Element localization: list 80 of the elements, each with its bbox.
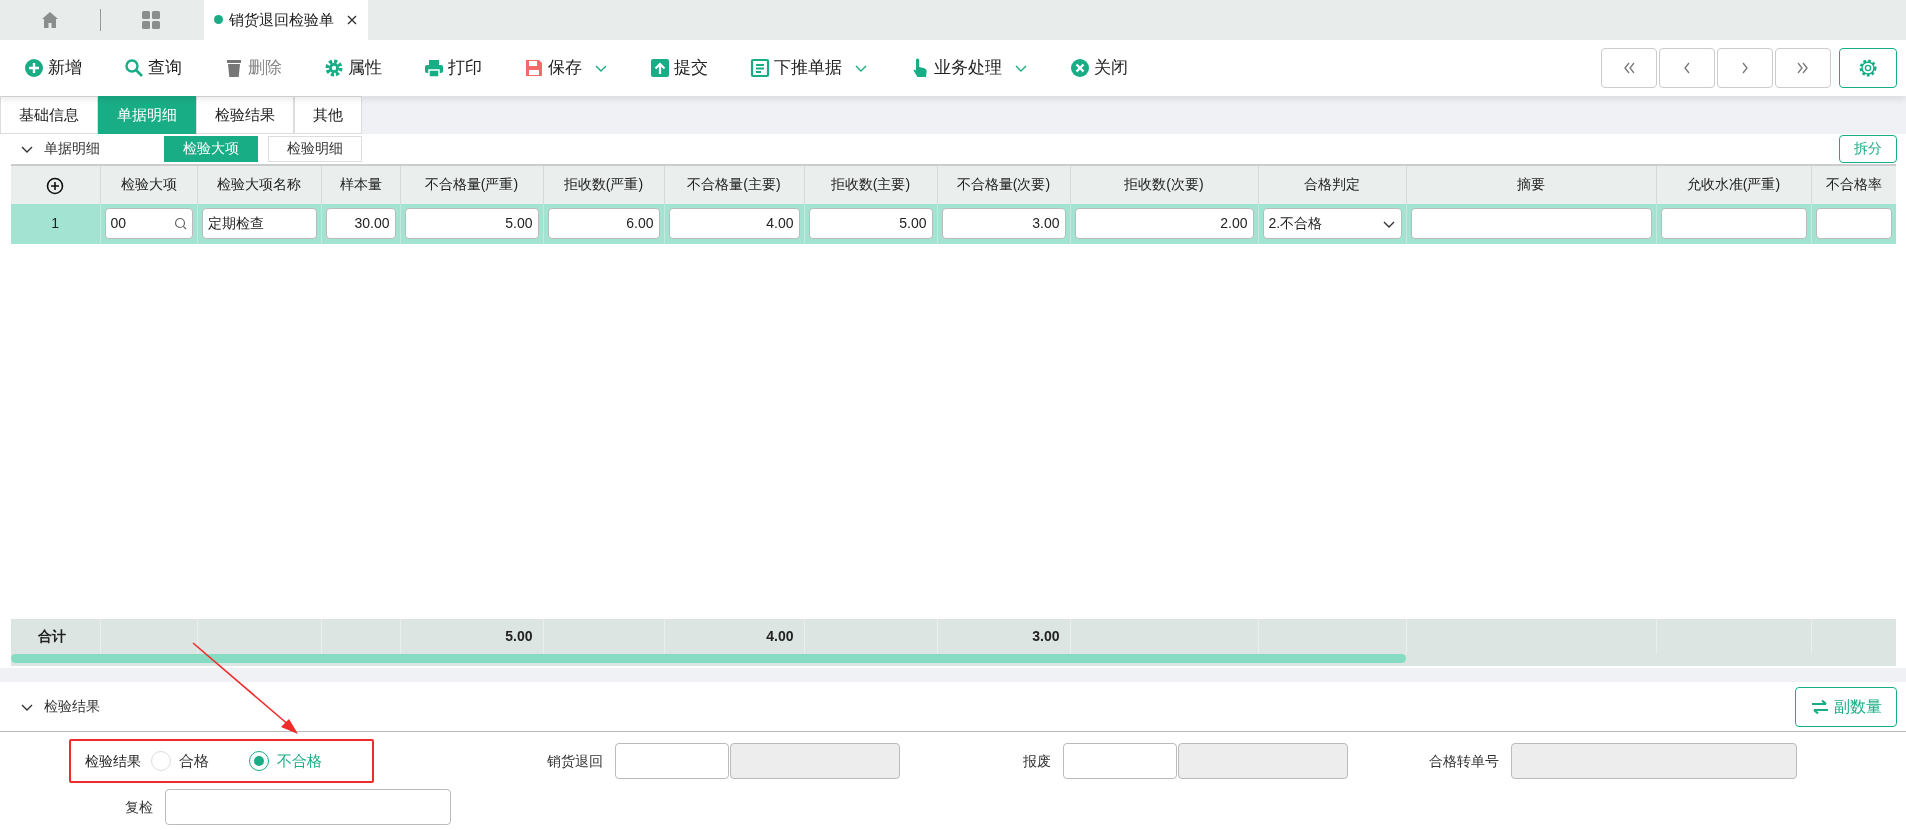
home-icon[interactable] xyxy=(41,10,59,29)
number-field[interactable]: 5.00 xyxy=(404,208,539,240)
grid-icon[interactable] xyxy=(141,9,161,30)
sub-tab[interactable]: 检验明细 xyxy=(268,135,362,162)
toolbar-button[interactable]: 提交 xyxy=(648,51,710,85)
lookup-field[interactable]: 00 xyxy=(104,208,193,240)
close-icon xyxy=(1070,58,1090,79)
input-field[interactable] xyxy=(1410,208,1652,240)
field-label: 报废 xyxy=(1023,752,1051,769)
printer-icon xyxy=(424,58,444,79)
column-header: 不合格量(严重) xyxy=(400,165,543,204)
number-field[interactable]: 5.00 xyxy=(808,208,933,240)
column-header: 检验大项 xyxy=(100,165,197,204)
column-header: 检验大项名称 xyxy=(197,165,321,204)
gear-icon xyxy=(324,58,344,79)
tab-label[interactable]: 销货退回检验单 xyxy=(229,8,334,32)
swap-icon xyxy=(1810,698,1830,715)
input-field[interactable] xyxy=(1660,208,1807,240)
column-header: 拒收数(严重) xyxy=(543,165,664,204)
scrollbar[interactable] xyxy=(11,654,1896,667)
form-tab[interactable]: 基础信息 xyxy=(0,96,98,135)
search-icon[interactable] xyxy=(173,217,187,231)
total-value: 4.00 xyxy=(664,619,804,655)
page-tab[interactable]: 销货退回检验单 xyxy=(204,0,368,40)
field-label: 复检 xyxy=(125,798,153,815)
add-row-icon[interactable] xyxy=(46,176,65,195)
scrollbar-thumb[interactable] xyxy=(11,654,1406,664)
total-value: 5.00 xyxy=(400,619,543,655)
form-tab[interactable]: 其他 xyxy=(294,96,362,135)
toolbar-button[interactable]: 关闭 xyxy=(1068,51,1130,85)
document-list-icon xyxy=(750,58,770,79)
pager-button[interactable] xyxy=(1659,48,1715,89)
field-label: 销货退回 xyxy=(547,752,603,769)
totals-label: 合计 xyxy=(11,619,100,655)
toolbar-button[interactable]: 保存 xyxy=(522,51,610,85)
close-icon[interactable] xyxy=(346,13,358,26)
select-field[interactable]: 2.不合格 xyxy=(1262,208,1402,240)
field-label: 检验结果 xyxy=(85,751,141,771)
input-field[interactable] xyxy=(1815,208,1892,240)
column-header: 不合格量(主要) xyxy=(664,165,804,204)
column-header: 摘要 xyxy=(1406,165,1656,204)
input-field[interactable] xyxy=(615,743,729,779)
column-header: 拒收数(主要) xyxy=(804,165,937,204)
status-dot xyxy=(214,15,223,25)
column-header: 合格判定 xyxy=(1258,165,1406,204)
input-field[interactable] xyxy=(165,789,451,825)
column-header: 不合格量(次要) xyxy=(937,165,1070,204)
table-row[interactable]: 1 00 定期检查 30.00 5.00 6.00 4.00 5.00 3.00 2.00 2.不合格 xyxy=(11,203,1896,244)
row-number: 1 xyxy=(11,203,100,244)
toolbar-button[interactable]: 打印 xyxy=(422,51,484,85)
total-value: 3.00 xyxy=(937,619,1070,655)
radio-option[interactable]: 合格 xyxy=(151,749,209,773)
search-icon xyxy=(124,58,144,79)
settings-button[interactable] xyxy=(1839,48,1897,89)
trash-icon xyxy=(224,58,244,79)
number-field[interactable]: 3.00 xyxy=(941,208,1066,240)
pager-button[interactable] xyxy=(1775,48,1831,89)
input-field[interactable] xyxy=(1063,743,1177,779)
section-title: 检验结果 xyxy=(44,697,100,717)
toolbar-button[interactable]: 属性 xyxy=(322,51,384,85)
number-field[interactable]: 6.00 xyxy=(547,208,660,240)
column-header: 允收水准(严重) xyxy=(1656,165,1811,204)
number-field[interactable]: 4.00 xyxy=(668,208,800,240)
plus-circle-icon xyxy=(24,58,44,79)
toolbar-button[interactable]: 新增 xyxy=(22,51,84,85)
section-title: 单据明细 xyxy=(44,139,101,159)
form-tab[interactable]: 检验结果 xyxy=(196,96,294,135)
toolbar-button[interactable]: 查询 xyxy=(122,51,184,85)
field-label: 合格转单号 xyxy=(1429,752,1499,769)
toolbar-button[interactable]: 业务处理 xyxy=(908,51,1030,85)
toolbar-button[interactable]: 下推单据 xyxy=(748,51,870,85)
pager-button[interactable] xyxy=(1601,48,1657,89)
input-field[interactable]: 定期检查 xyxy=(201,208,317,240)
column-header: 不合格率 xyxy=(1811,165,1896,204)
number-field[interactable]: 2.00 xyxy=(1074,208,1254,240)
column-header: 样本量 xyxy=(321,165,400,204)
number-field[interactable]: 30.00 xyxy=(325,208,396,240)
pager-button[interactable] xyxy=(1717,48,1773,89)
upload-icon xyxy=(650,58,670,79)
column-header: 拒收数(次要) xyxy=(1070,165,1258,204)
